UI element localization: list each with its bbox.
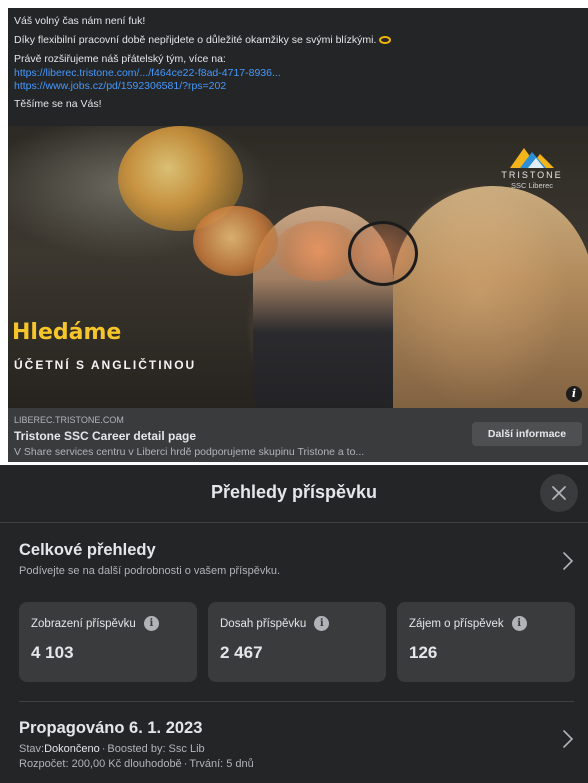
- info-icon[interactable]: i: [143, 616, 159, 631]
- ad-subheadline: ÚČETNÍ S ANGLIČTINOU: [14, 358, 197, 372]
- ad-image[interactable]: TRISTONE SSC Liberec Hledáme ÚČETNÍ S AN…: [8, 126, 588, 408]
- bubble: [348, 221, 418, 286]
- overall-insights-subtitle: Podívejte se na další podrobnosti o vaše…: [19, 565, 281, 577]
- post-line-2: Díky flexibilní pracovní době nepřijdete…: [14, 33, 582, 48]
- status-label: Stav:: [19, 743, 45, 755]
- post-line-1: Váš volný čas nám není fuk!: [14, 15, 146, 27]
- post-line-3: Právě rozšiřujeme náš přátelský tým, víc…: [14, 53, 226, 65]
- status-value: Dokončeno: [44, 743, 100, 755]
- metric-value: 126: [409, 643, 438, 662]
- logo-brand: TRISTONE: [501, 170, 563, 180]
- post-link-1[interactable]: https://liberec.tristone.com/.../f464ce2…: [14, 67, 582, 80]
- link-description: V Share services centru v Liberci hrdě p…: [14, 446, 365, 458]
- panel-header: Přehledy příspěvku: [0, 465, 588, 523]
- metric-label-text: Zobrazení příspěvku: [31, 617, 136, 630]
- metrics-cards: Zobrazení příspěvku i 4 103 Dosah příspě…: [19, 602, 575, 682]
- close-icon: [552, 486, 566, 500]
- mountains-logo-icon: [510, 148, 554, 168]
- boost-budget-line: Rozpočet: 200,00 Kč dlouhodobě · Trvání: 5…: [19, 758, 254, 770]
- boost-row[interactable]: Propagováno 6. 1. 2023 Stav:Dokončeno · Bo…: [19, 719, 574, 772]
- boost-duration: Trvání: 5 dnů: [189, 758, 254, 770]
- boost-meta: Stav:Dokončeno · Boosted by: Ssc Lib Rozpo…: [19, 742, 574, 772]
- info-icon[interactable]: i: [566, 386, 582, 402]
- metric-label: Zobrazení příspěvku i: [31, 616, 185, 631]
- metric-value: 4 103: [31, 643, 74, 662]
- metric-card-reach: Dosah příspěvku i 2 467: [208, 602, 386, 682]
- post-insights-panel: Přehledy příspěvku Celkové přehledy Podí…: [0, 465, 588, 783]
- post-line-4: Těšíme se na Vás!: [14, 98, 102, 110]
- post-line-2-text: Díky flexibilní pracovní době nepřijdete…: [14, 34, 377, 46]
- post-link-2[interactable]: https://www.jobs.cz/pd/1592306581/?rps=2…: [14, 80, 582, 93]
- boosted-by: Boosted by: Ssc Lib: [107, 743, 205, 755]
- close-button[interactable]: [540, 474, 578, 512]
- metric-label: Dosah příspěvku i: [220, 616, 374, 631]
- chevron-right-icon: [563, 552, 574, 570]
- metric-card-impressions: Zobrazení příspěvku i 4 103: [19, 602, 197, 682]
- post-text: Váš volný čas nám není fuk! Díky flexibi…: [8, 8, 588, 126]
- metric-label-text: Dosah příspěvku: [220, 617, 307, 630]
- info-icon[interactable]: i: [511, 616, 527, 631]
- metric-value: 2 467: [220, 643, 263, 662]
- metric-label-text: Zájem o příspěvek: [409, 617, 504, 630]
- metric-card-engagement: Zájem o příspěvek i 126: [397, 602, 575, 682]
- info-icon[interactable]: i: [314, 616, 330, 631]
- ad-headline: Hledáme: [12, 320, 122, 345]
- overall-insights-title: Celkové přehledy: [19, 541, 156, 559]
- boost-budget: Rozpočet: 200,00 Kč dlouhodobě: [19, 758, 182, 770]
- panel-title: Přehledy příspěvku: [210, 482, 378, 502]
- tristone-logo: TRISTONE SSC Liberec: [492, 144, 572, 190]
- link-preview[interactable]: LIBEREC.TRISTONE.COM Tristone SSC Career…: [8, 408, 588, 462]
- photo-woman: [393, 186, 588, 408]
- more-info-button[interactable]: Další informace: [472, 422, 582, 446]
- metric-label: Zájem o příspěvek i: [409, 616, 563, 631]
- overall-insights-row[interactable]: Celkové přehledy Podívejte se na další p…: [19, 541, 574, 577]
- bubble: [193, 206, 278, 276]
- logo-sub: SSC Liberec: [510, 181, 554, 190]
- chevron-right-icon: [563, 730, 574, 748]
- divider: [19, 701, 574, 702]
- boost-status-line: Stav:Dokončeno · Boosted by: Ssc Lib: [19, 743, 205, 755]
- boost-title: Propagováno 6. 1. 2023: [19, 719, 203, 737]
- emoji-icon: [379, 36, 392, 45]
